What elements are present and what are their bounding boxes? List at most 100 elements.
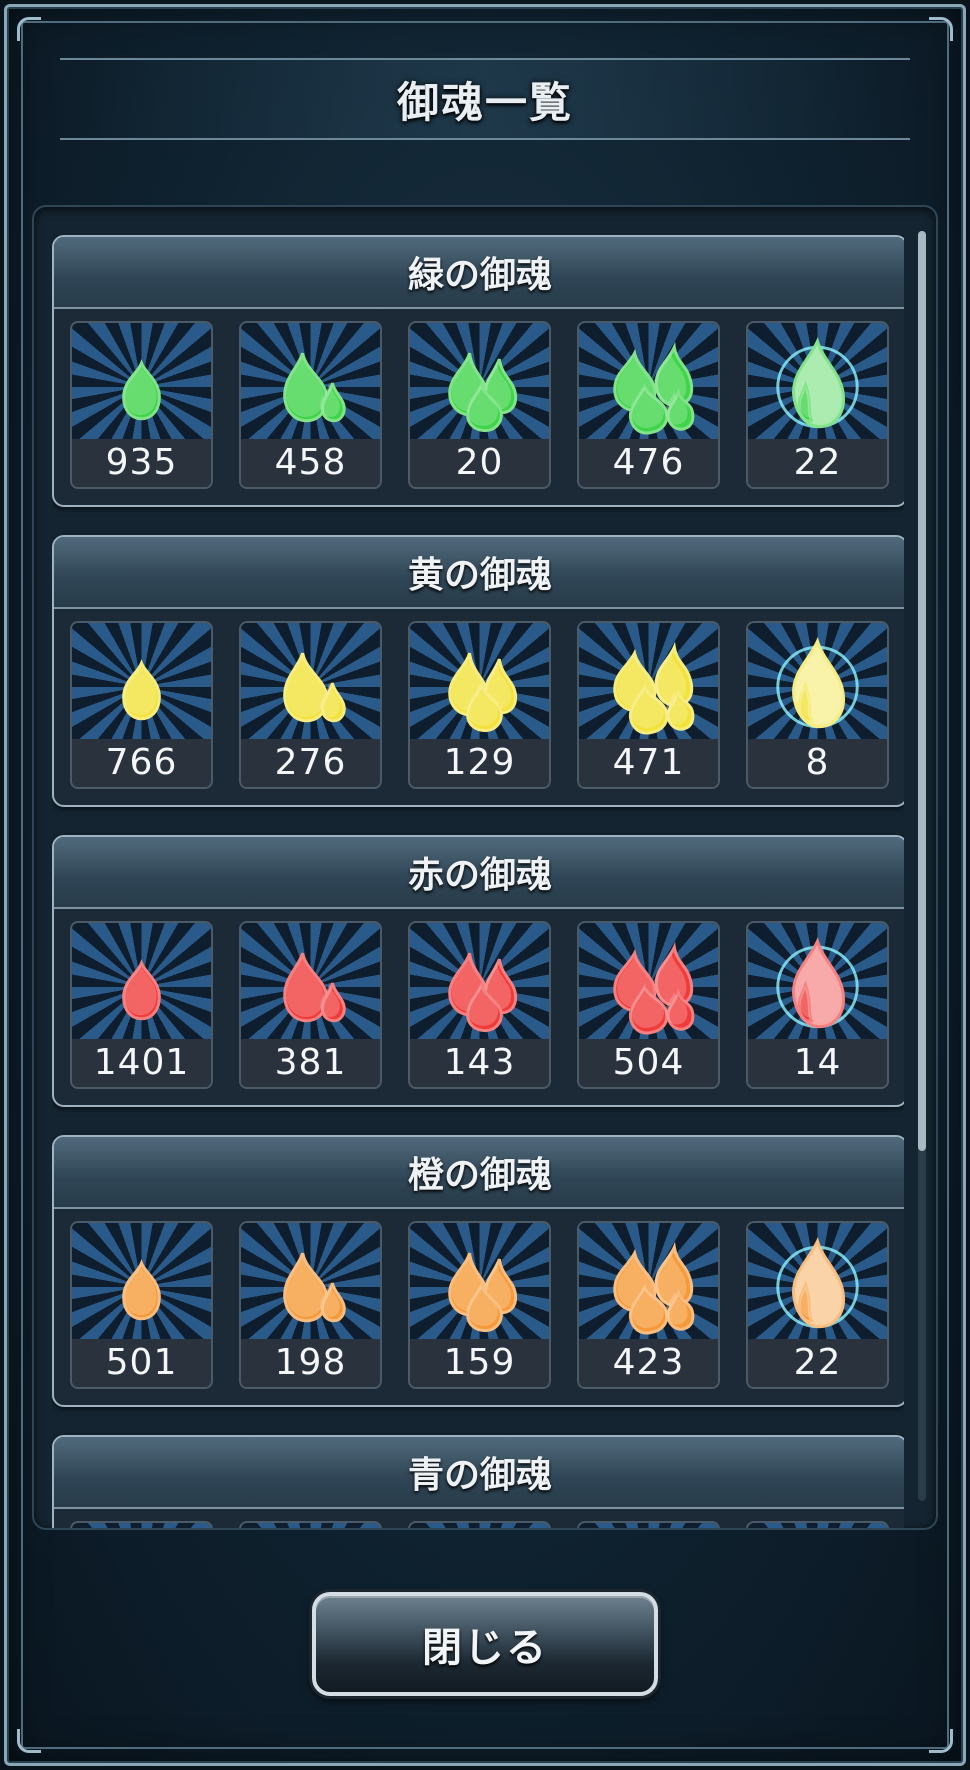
soul-item-row: 1401 381 143 504 14: [54, 909, 904, 1089]
corner-ornament: [929, 17, 953, 41]
soul-section: 緑の御魂 935 458 20 476 22: [52, 235, 904, 507]
soul-item[interactable]: 22: [746, 1221, 889, 1389]
radiant-flame-icon: [748, 623, 887, 739]
soul-item-row: 501 198 159 423 22: [54, 1209, 904, 1389]
soul-item[interactable]: 129: [408, 621, 551, 789]
soul-item-count: 22: [748, 439, 887, 487]
soul-item-count: 159: [410, 1339, 549, 1387]
soul-item[interactable]: 458: [239, 321, 382, 489]
soul-item-count: 458: [241, 439, 380, 487]
soul-item[interactable]: 471: [577, 621, 720, 789]
dialog-title-bar: 御魂一覧: [60, 58, 910, 140]
soul-item-row: [54, 1509, 904, 1528]
soul-item[interactable]: [239, 1521, 382, 1528]
scrollbar-track[interactable]: [918, 231, 926, 1501]
soul-item[interactable]: 423: [577, 1221, 720, 1389]
close-button[interactable]: 閉じる: [312, 1592, 658, 1696]
corner-ornament: [17, 1729, 41, 1753]
single-flame-icon: [72, 623, 211, 739]
soul-section-title: 緑の御魂: [407, 255, 552, 296]
soul-item[interactable]: 381: [239, 921, 382, 1089]
soul-item-count: 471: [579, 739, 718, 787]
soul-item[interactable]: [577, 1521, 720, 1528]
single-flame-icon: [72, 1523, 211, 1528]
flame-cluster-icon: [579, 1523, 718, 1528]
soul-item-count: 20: [410, 439, 549, 487]
soul-section: 青の御魂: [52, 1435, 904, 1528]
soul-item-count: 8: [748, 739, 887, 787]
soul-item[interactable]: 1401: [70, 921, 213, 1089]
double-flame-icon: [241, 323, 380, 439]
radiant-flame-icon: [748, 323, 887, 439]
soul-item[interactable]: 766: [70, 621, 213, 789]
single-flame-icon: [72, 1223, 211, 1339]
soul-item-count: 935: [72, 439, 211, 487]
soul-list-scroll-area[interactable]: 緑の御魂 935 458 20 476 22 黄の御魂 766 276 129 471 8 赤の御魂 14…: [52, 235, 904, 1528]
single-flame-icon: [72, 923, 211, 1039]
soul-item-count: 423: [579, 1339, 718, 1387]
soul-section-title: 青の御魂: [407, 1455, 552, 1496]
soul-item-count: 766: [72, 739, 211, 787]
scrollbar-thumb[interactable]: [918, 231, 926, 1151]
soul-item[interactable]: 20: [408, 321, 551, 489]
soul-item-count: 501: [72, 1339, 211, 1387]
soul-section-title: 赤の御魂: [407, 855, 552, 896]
soul-item-count: 198: [241, 1339, 380, 1387]
soul-item[interactable]: 159: [408, 1221, 551, 1389]
soul-item-count: 276: [241, 739, 380, 787]
soul-list-panel[interactable]: 緑の御魂 935 458 20 476 22 黄の御魂 766 276 129 471 8 赤の御魂 14…: [32, 205, 938, 1530]
soul-item[interactable]: 501: [70, 1221, 213, 1389]
soul-section-header: 橙の御魂: [54, 1137, 904, 1209]
soul-section-header: 青の御魂: [54, 1437, 904, 1509]
soul-section: 橙の御魂 501 198 159 423 22: [52, 1135, 904, 1407]
soul-item-count: 476: [579, 439, 718, 487]
double-flame-icon: [241, 1523, 380, 1528]
soul-item[interactable]: [746, 1521, 889, 1528]
triple-flame-icon: [410, 623, 549, 739]
corner-ornament: [17, 17, 41, 41]
soul-item[interactable]: 476: [577, 321, 720, 489]
soul-item-count: 381: [241, 1039, 380, 1087]
soul-section: 赤の御魂 1401 381 143 504 14: [52, 835, 904, 1107]
triple-flame-icon: [410, 323, 549, 439]
soul-item-row: 766 276 129 471 8: [54, 609, 904, 789]
radiant-flame-icon: [748, 1523, 887, 1528]
single-flame-icon: [72, 323, 211, 439]
soul-section-title: 黄の御魂: [407, 555, 552, 596]
soul-section-header: 黄の御魂: [54, 537, 904, 609]
soul-item-count: 504: [579, 1039, 718, 1087]
radiant-flame-icon: [748, 1223, 887, 1339]
triple-flame-icon: [410, 923, 549, 1039]
soul-item[interactable]: 198: [239, 1221, 382, 1389]
double-flame-icon: [241, 1223, 380, 1339]
flame-cluster-icon: [579, 1223, 718, 1339]
dialog-title: 御魂一覧: [396, 77, 573, 127]
triple-flame-icon: [410, 1223, 549, 1339]
soul-section-header: 赤の御魂: [54, 837, 904, 909]
soul-section-title: 橙の御魂: [407, 1155, 552, 1196]
soul-item[interactable]: 276: [239, 621, 382, 789]
close-button-label: 閉じる: [422, 1625, 548, 1671]
soul-item-row: 935 458 20 476 22: [54, 309, 904, 489]
soul-item[interactable]: 504: [577, 921, 720, 1089]
soul-item[interactable]: 8: [746, 621, 889, 789]
soul-item[interactable]: [408, 1521, 551, 1528]
flame-cluster-icon: [579, 623, 718, 739]
flame-cluster-icon: [579, 323, 718, 439]
double-flame-icon: [241, 923, 380, 1039]
corner-ornament: [929, 1729, 953, 1753]
soul-section: 黄の御魂 766 276 129 471 8: [52, 535, 904, 807]
soul-section-header: 緑の御魂: [54, 237, 904, 309]
flame-cluster-icon: [579, 923, 718, 1039]
triple-flame-icon: [410, 1523, 549, 1528]
soul-item-count: 129: [410, 739, 549, 787]
double-flame-icon: [241, 623, 380, 739]
radiant-flame-icon: [748, 923, 887, 1039]
soul-item-count: 14: [748, 1039, 887, 1087]
soul-item[interactable]: [70, 1521, 213, 1528]
soul-item[interactable]: 14: [746, 921, 889, 1089]
soul-item[interactable]: 22: [746, 321, 889, 489]
soul-item-count: 143: [410, 1039, 549, 1087]
soul-item[interactable]: 935: [70, 321, 213, 489]
soul-item[interactable]: 143: [408, 921, 551, 1089]
